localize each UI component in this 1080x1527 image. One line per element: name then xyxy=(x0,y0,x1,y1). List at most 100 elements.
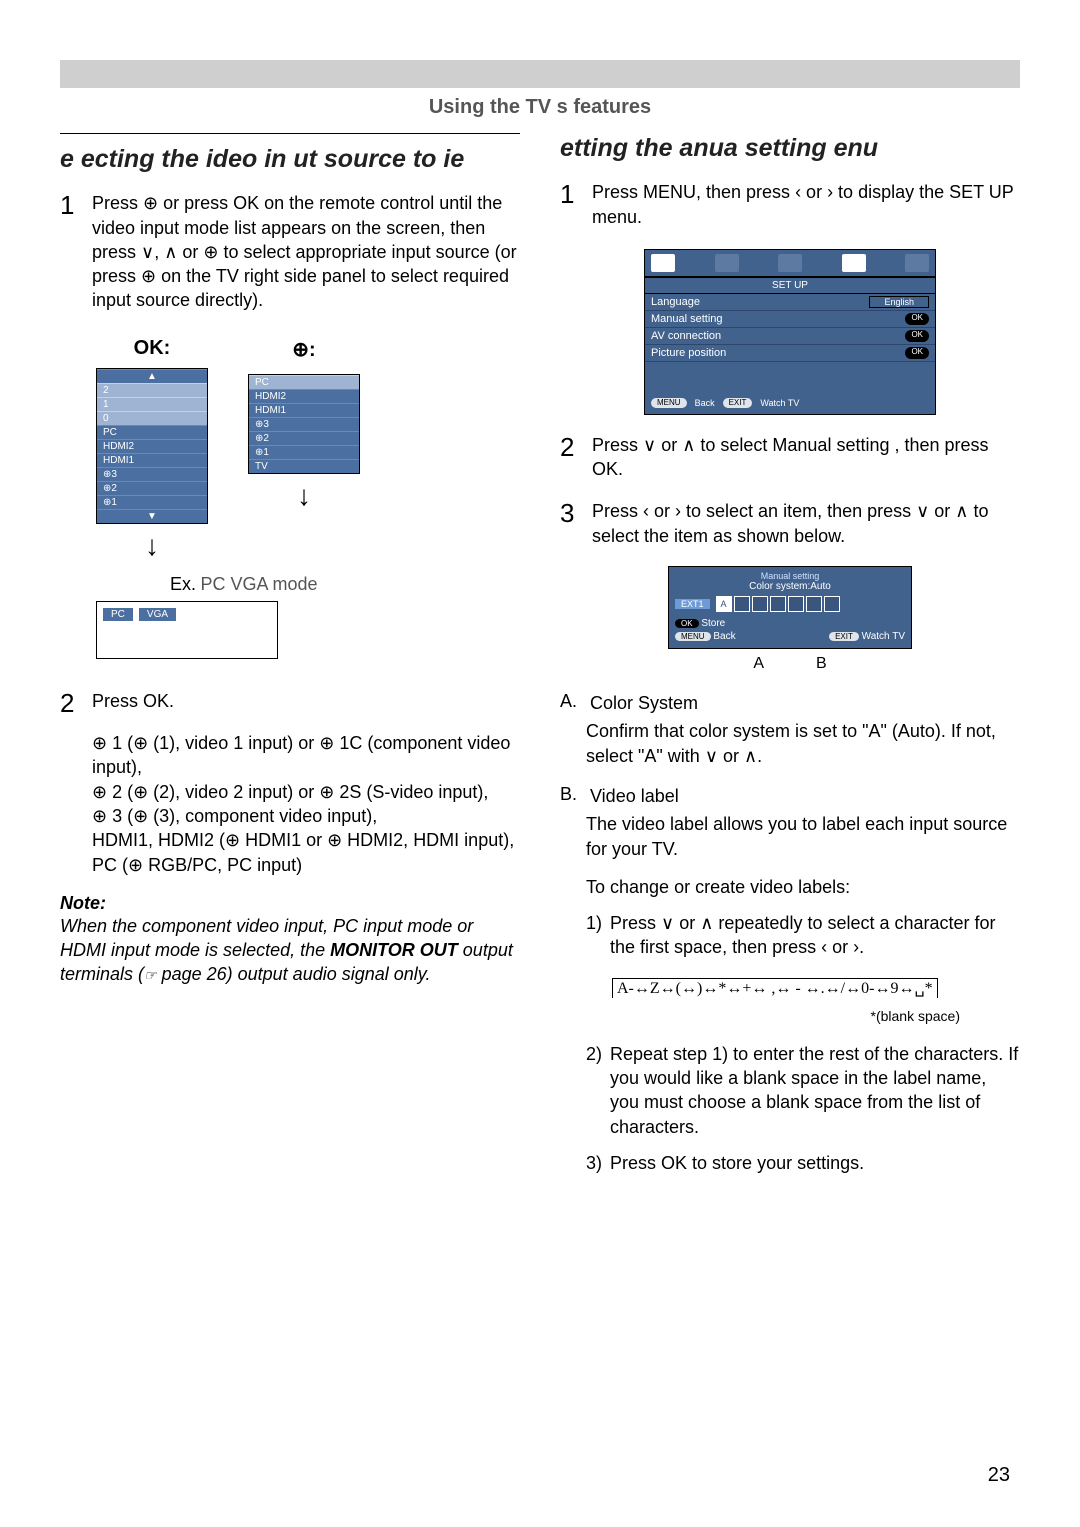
left-step2-text: Press OK. xyxy=(92,689,520,713)
exit-chip: EXIT xyxy=(723,398,753,408)
a-body: Confirm that color system is set to "A" … xyxy=(586,719,1020,768)
list-item: HDMI1 xyxy=(249,403,359,417)
list-item: HDMI2 xyxy=(97,439,207,453)
input-definitions: ⊕ 1 (⊕ (1), video 1 input) or ⊕ 1C (comp… xyxy=(92,731,520,877)
note-body: When the component video input, PC input… xyxy=(60,914,520,987)
ex-caption-row: Ex. PC VGA mode xyxy=(170,574,520,595)
ok-chip: OK xyxy=(675,619,699,628)
ms-sub: Color system:Auto xyxy=(675,581,905,592)
b-step3: 3) Press OK to store your settings. xyxy=(586,1151,1020,1175)
step-body: Press OK. xyxy=(92,689,520,719)
right-step-1: 1 Press MENU, then press ‹ or › to displ… xyxy=(560,180,1020,235)
ms-title: Manual setting xyxy=(675,571,905,581)
list-down-arrow-icon: ▼ xyxy=(97,509,207,523)
setup-row-value: OK xyxy=(905,330,929,342)
list-item: ⊕1 xyxy=(97,495,207,509)
page-number: 23 xyxy=(988,1464,1010,1487)
slot xyxy=(806,596,822,612)
setup-row-picture: Picture position OK xyxy=(645,345,935,362)
pc-tag: PC xyxy=(103,608,133,621)
item-a: A. Color System xyxy=(560,691,1020,715)
tab-icon xyxy=(905,254,929,272)
store-label: Store xyxy=(701,618,725,629)
tab-icon xyxy=(842,254,866,272)
b1-num: 1) xyxy=(586,911,602,960)
slot: A xyxy=(716,596,732,612)
item-b: B. Video label xyxy=(560,784,1020,808)
left-step1-text: Press ⊕ or press OK on the remote contro… xyxy=(92,191,520,312)
menu-chip: MENU xyxy=(675,632,711,641)
label-a: A xyxy=(753,655,764,673)
b-label: B. xyxy=(560,784,582,808)
slot xyxy=(788,596,804,612)
right-step3-text: Press ‹ or › to select an item, then pre… xyxy=(592,499,1020,548)
b2-text: Repeat step 1) to enter the rest of the … xyxy=(610,1042,1020,1139)
ms-row: EXT1 A xyxy=(675,596,905,612)
video-list-b: PC HDMI2 HDMI1 ⊕3 ⊕2 ⊕1 TV xyxy=(248,374,360,474)
slot xyxy=(734,596,750,612)
step-number: 1 xyxy=(560,180,582,209)
char-seq-text: A-↔Z↔(↔)↔*↔+↔ ,↔ - ↔.↔/↔0-↔9↔␣* xyxy=(612,978,938,998)
step-body: Press ⊕ or press OK on the remote contro… xyxy=(92,191,520,318)
setup-row-label: AV connection xyxy=(651,330,721,342)
setup-row-value: English xyxy=(869,296,929,308)
setup-row-value: OK xyxy=(905,347,929,359)
ab-labels: A B xyxy=(560,655,1020,673)
slot xyxy=(824,596,840,612)
left-section-title: e ecting the ideo in ut source to ie xyxy=(60,144,520,175)
left-step-1: 1 Press ⊕ or press OK on the remote cont… xyxy=(60,191,520,318)
left-step-2: 2 Press OK. xyxy=(60,689,520,719)
ext1-badge: EXT1 xyxy=(675,599,710,609)
label-b: B xyxy=(816,655,827,673)
watch-label: Watch TV xyxy=(862,631,905,642)
list-up-arrow-icon: ▲ xyxy=(97,369,207,383)
b3-text: Press OK to store your settings. xyxy=(610,1151,864,1175)
manual-setting-graphic: Manual setting Color system:Auto EXT1 A … xyxy=(668,566,912,649)
list-item: PC xyxy=(97,425,207,439)
down-arrow-icon: ↓ xyxy=(145,530,159,562)
right-step-3: 3 Press ‹ or › to select an item, then p… xyxy=(560,499,1020,554)
tab-icon xyxy=(651,254,675,272)
b-step2: 2) Repeat step 1) to enter the rest of t… xyxy=(586,1042,1020,1139)
setup-row-value: OK xyxy=(905,313,929,325)
video-list-a: ▲ 2 1 0 PC HDMI2 HDMI1 ⊕3 ⊕2 ⊕1 ▼ xyxy=(96,368,208,524)
ex-label: Ex. xyxy=(170,574,196,594)
list-item: ⊕2 xyxy=(249,431,359,445)
list-item: 2 xyxy=(97,383,207,397)
pc-vga-tags: PC VGA xyxy=(103,608,176,621)
a-title: Color System xyxy=(590,691,1020,715)
b-change: To change or create video labels: xyxy=(586,875,1020,899)
setup-tabs xyxy=(645,250,935,278)
list-item: ⊕3 xyxy=(249,417,359,431)
section-header: Using the TV s features xyxy=(60,90,1020,133)
note-label: Note: xyxy=(60,893,520,914)
list-item: ⊕3 xyxy=(97,467,207,481)
a-label: A. xyxy=(560,691,582,715)
ex-mode: PC VGA mode xyxy=(200,574,317,594)
right-step-2: 2 Press ∨ or ∧ to select Manual setting … xyxy=(560,433,1020,488)
list-item: ⊕2 xyxy=(97,481,207,495)
menu-chip: MENU xyxy=(651,398,687,408)
b-step1: 1) Press ∨ or ∧ repeatedly to select a c… xyxy=(586,911,1020,960)
note-text: When the component video input, PC input… xyxy=(60,916,513,985)
vga-tag: VGA xyxy=(139,608,176,621)
char-slots: A xyxy=(716,596,840,612)
exit-chip: EXIT xyxy=(829,632,859,641)
back-label: Back xyxy=(695,398,715,408)
setup-row-av: AV connection OK xyxy=(645,328,935,345)
slot xyxy=(770,596,786,612)
input-list-graphic: OK: ▲ 2 1 0 PC HDMI2 HDMI1 ⊕3 ⊕2 ⊕1 ▼ ↓ … xyxy=(96,337,520,562)
setup-row-language: Language English xyxy=(645,294,935,311)
right-section-title: etting the anua setting enu xyxy=(560,133,1020,164)
ok-header: OK: xyxy=(134,337,171,360)
list-item: HDMI1 xyxy=(97,453,207,467)
input-header: ⊕: xyxy=(292,337,315,362)
input-column: ⊕: PC HDMI2 HDMI1 ⊕3 ⊕2 ⊕1 TV ↓ xyxy=(248,337,360,562)
step-number: 1 xyxy=(60,191,82,220)
b-title: Video label xyxy=(590,784,1020,808)
step-number: 3 xyxy=(560,499,582,528)
down-arrow-icon: ↓ xyxy=(297,480,311,512)
list-item: ⊕1 xyxy=(249,445,359,459)
watch-label: Watch TV xyxy=(760,398,799,408)
tab-icon xyxy=(715,254,739,272)
